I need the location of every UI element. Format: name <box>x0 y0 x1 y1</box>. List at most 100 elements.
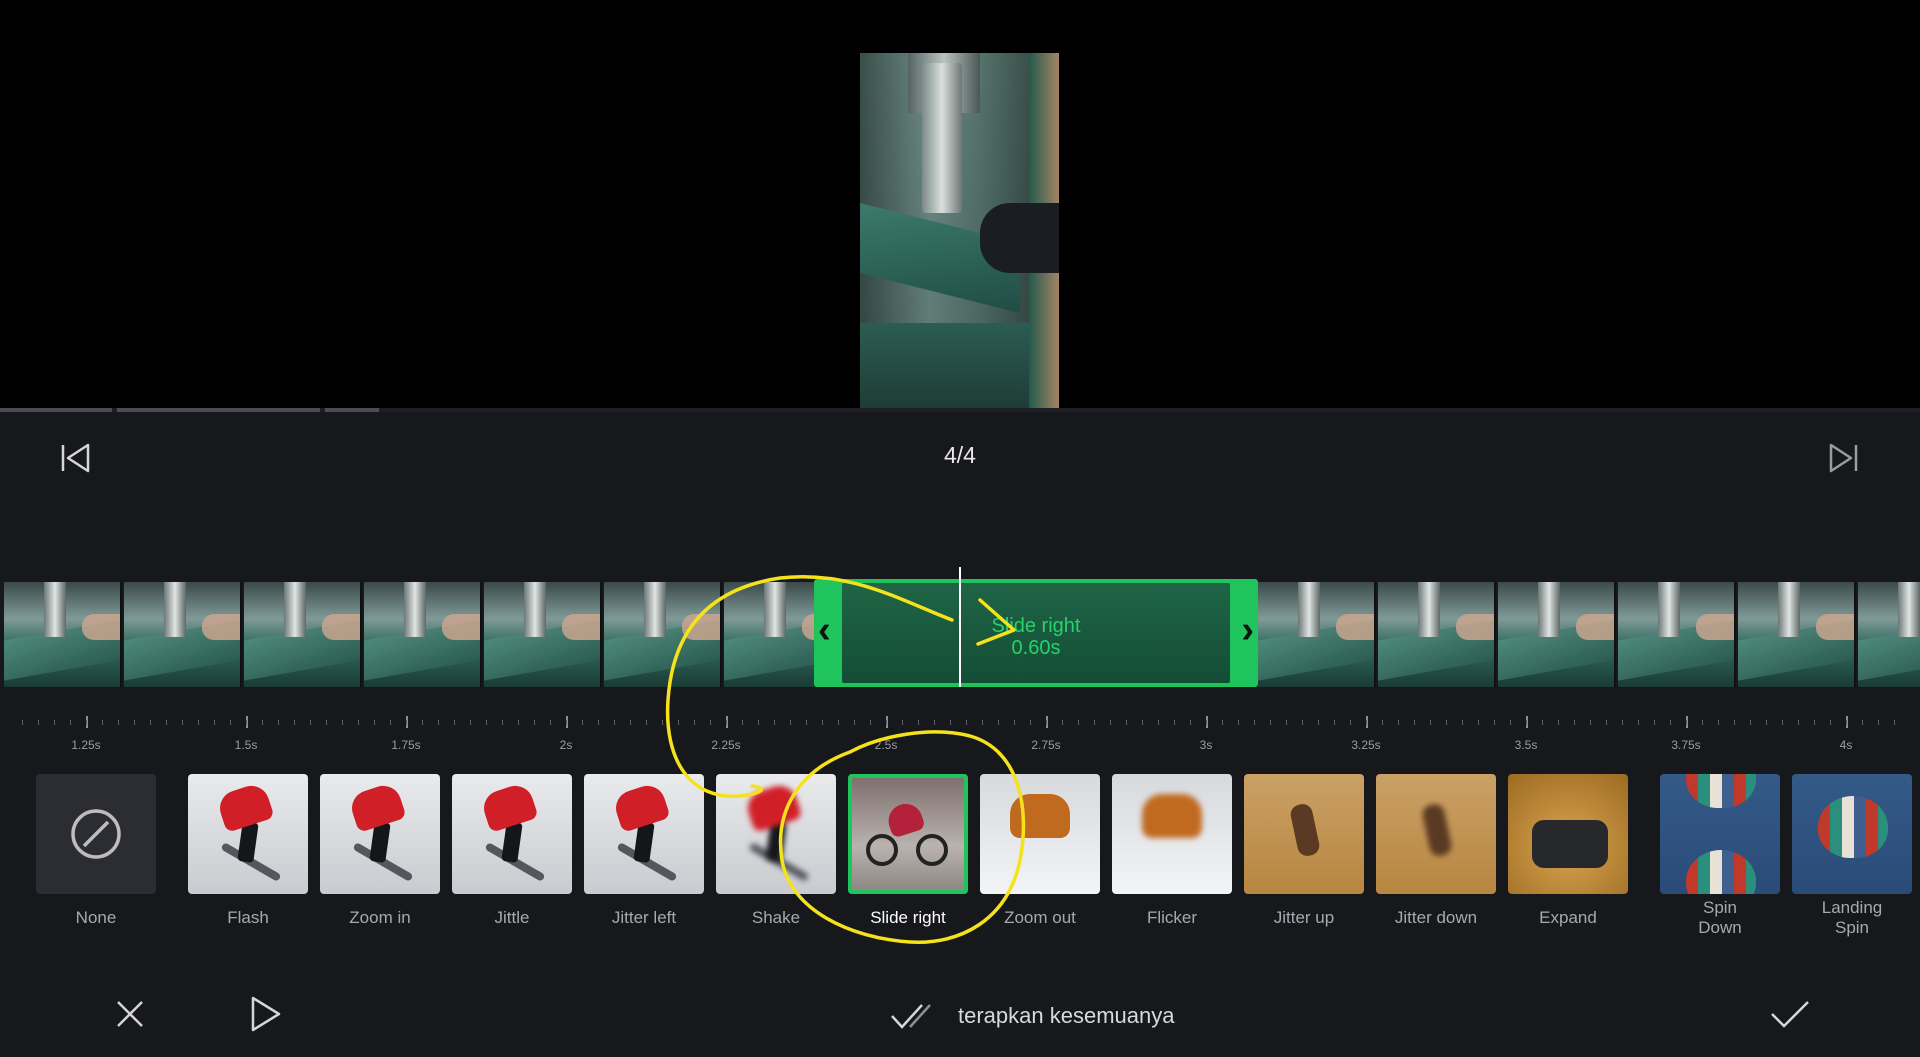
ruler-tick-minor <box>294 720 295 725</box>
ruler-tick-minor <box>182 720 183 725</box>
filmstrip-frame <box>1258 582 1376 687</box>
ruler-tick-minor <box>1238 720 1239 725</box>
ruler-tick-minor <box>150 720 151 725</box>
effect-thumbnail <box>452 774 572 894</box>
skip-previous-icon <box>61 443 90 473</box>
close-button[interactable] <box>110 994 150 1034</box>
ruler-tick-minor <box>1814 720 1815 725</box>
effect-thumbnail <box>188 774 308 894</box>
ruler-tick-minor <box>1878 720 1879 725</box>
ruler-tick-minor <box>1638 720 1639 725</box>
ruler-tick-minor <box>1478 720 1479 725</box>
effect-jitter-up[interactable]: Jitter up <box>1244 774 1364 928</box>
effect-thumbnail <box>1112 774 1232 894</box>
ruler-tick-minor <box>118 720 119 725</box>
ruler-tick-minor <box>1542 720 1543 725</box>
effect-flash[interactable]: Flash <box>188 774 308 928</box>
ruler-tick-minor <box>1670 720 1671 725</box>
effect-zoom-in[interactable]: Zoom in <box>320 774 440 928</box>
ruler-tick-minor <box>1398 720 1399 725</box>
ruler-tick-minor <box>1270 720 1271 725</box>
ruler-tick-minor <box>1078 720 1079 725</box>
effect-jitter-down[interactable]: Jitter down <box>1376 774 1496 928</box>
effect-thumbnail <box>848 774 968 894</box>
ruler-tick-minor <box>358 720 359 725</box>
next-clip-button[interactable] <box>1821 436 1865 480</box>
effect-thumbnail <box>1792 774 1912 894</box>
ruler-tick-minor <box>982 720 983 725</box>
ruler-tick-minor <box>854 720 855 725</box>
transition-label: Slide right 0.60s <box>814 615 1258 659</box>
effect-thumbnail <box>1508 774 1628 894</box>
ruler-tick-minor <box>22 720 23 725</box>
ruler-tick-minor <box>646 720 647 725</box>
video-frame[interactable] <box>860 53 1059 408</box>
video-preview <box>0 0 1920 408</box>
effect-spin-down[interactable]: Spin Down <box>1660 774 1780 938</box>
skip-next-icon <box>1829 443 1858 473</box>
ruler-tick-minor <box>198 720 199 725</box>
check-icon <box>1771 1001 1809 1028</box>
ruler-tick-minor <box>886 720 887 725</box>
ruler-tick-minor <box>1190 720 1191 725</box>
playhead[interactable] <box>959 567 961 687</box>
ruler-label: 3s <box>1199 738 1213 752</box>
effect-label: Jittle <box>494 908 530 927</box>
transition-editor-panel: 4/4 ‹ › Slide right 0.60s 1.25s 1.5s 1.75s… <box>0 412 1920 1057</box>
effect-slide-right[interactable]: Slide right <box>848 774 968 928</box>
ruler-tick-minor <box>1782 720 1783 725</box>
ruler-tick-minor <box>1702 720 1703 725</box>
ruler-tick-minor <box>998 720 999 725</box>
effect-label: Zoom in <box>349 908 411 927</box>
previous-clip-button[interactable] <box>54 436 98 480</box>
filmstrip-frame <box>484 582 602 687</box>
ruler-tick-minor <box>1430 720 1431 725</box>
effect-shake[interactable]: Shake <box>716 774 836 928</box>
ruler-label: 2.25s <box>711 738 741 752</box>
ruler-tick-minor <box>1110 720 1111 725</box>
transition-duration: 0.60s <box>1011 637 1061 659</box>
apply-to-all-button[interactable]: terapkan kesemuanya <box>890 998 1174 1034</box>
effect-jittle[interactable]: Jittle <box>452 774 572 928</box>
ruler-tick-minor <box>166 720 167 725</box>
effect-zoom-out[interactable]: Zoom out <box>980 774 1100 928</box>
ruler-tick-minor <box>1030 720 1031 725</box>
effect-thumbnail <box>716 774 836 894</box>
effect-jitter-left[interactable]: Jitter left <box>584 774 704 928</box>
effect-landing-spin[interactable]: Landing Spin <box>1792 774 1912 938</box>
effect-none[interactable]: None <box>36 774 156 928</box>
ruler-tick-minor <box>1798 720 1799 725</box>
ruler-tick-minor <box>1622 720 1623 725</box>
ruler-tick-minor <box>214 720 215 725</box>
ruler-tick-minor <box>1350 720 1351 725</box>
clip-counter: 4/4 <box>944 442 976 468</box>
apply-all-label: terapkan kesemuanya <box>958 1003 1175 1028</box>
ruler-tick-minor <box>550 720 551 725</box>
ruler-label: 3.5s <box>1514 738 1538 752</box>
ruler-tick-minor <box>1894 720 1895 725</box>
none-icon <box>71 809 121 859</box>
ruler-tick-minor <box>1206 720 1207 725</box>
ruler-label: 2s <box>559 738 573 752</box>
effect-thumbnail <box>36 774 156 894</box>
ruler-tick-minor <box>662 720 663 725</box>
confirm-button[interactable] <box>1768 994 1812 1034</box>
effect-flicker[interactable]: Flicker <box>1112 774 1232 928</box>
effect-expand[interactable]: Expand <box>1508 774 1628 928</box>
ruler-tick-minor <box>742 720 743 725</box>
ruler-tick-minor <box>326 720 327 725</box>
ruler-tick-minor <box>1222 720 1223 725</box>
ruler-tick-minor <box>1014 720 1015 725</box>
play-button[interactable] <box>245 994 285 1034</box>
ruler-tick-minor <box>790 720 791 725</box>
ruler-label: 2.75s <box>1031 738 1061 752</box>
ruler-tick-minor <box>694 720 695 725</box>
ruler-tick-minor <box>1382 720 1383 725</box>
timeline-filmstrip[interactable]: ‹ › Slide right 0.60s <box>0 567 1920 687</box>
ruler-tick-minor <box>374 720 375 725</box>
ruler-tick-minor <box>870 720 871 725</box>
effect-label: Flicker <box>1146 908 1198 927</box>
double-check-icon <box>891 1004 931 1029</box>
effect-label: Spin Down <box>1698 898 1742 937</box>
transition-block[interactable]: ‹ › Slide right 0.60s <box>814 579 1258 687</box>
